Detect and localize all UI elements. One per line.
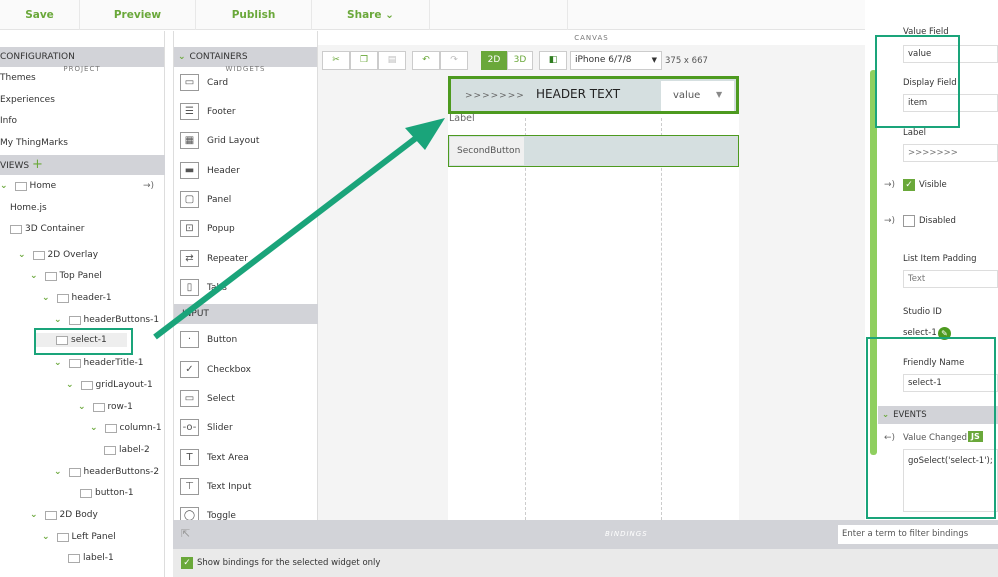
annotation-arrow bbox=[153, 118, 445, 340]
